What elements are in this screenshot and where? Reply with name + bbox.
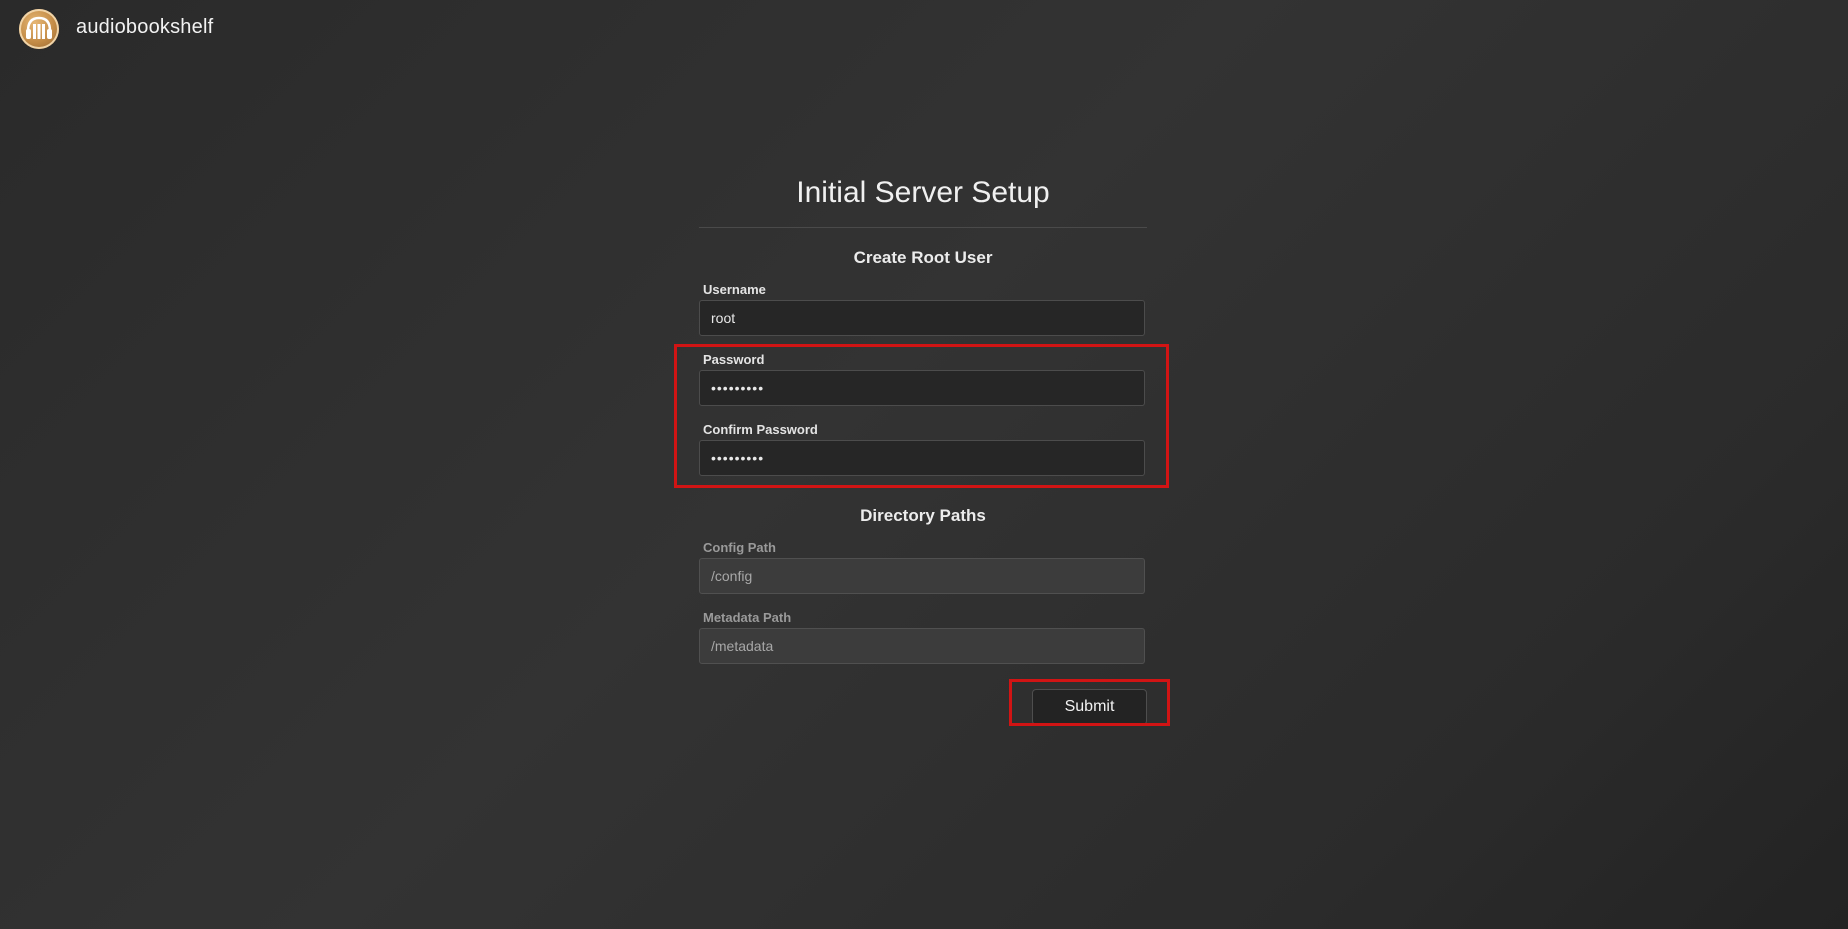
username-label: Username <box>703 282 766 297</box>
metadata-path-input <box>699 628 1145 664</box>
page-title: Initial Server Setup <box>796 176 1050 209</box>
config-path-label: Config Path <box>703 540 776 555</box>
top-bar: audiobookshelf <box>0 0 1848 58</box>
metadata-path-label: Metadata Path <box>703 610 792 625</box>
app-name: audiobookshelf <box>76 16 214 38</box>
submit-highlight-box <box>1009 679 1170 726</box>
setup-form: Initial Server Setup <box>699 170 1147 228</box>
audiobookshelf-logo-icon[interactable] <box>19 9 59 49</box>
config-path-input <box>699 558 1145 594</box>
create-root-user-heading: Create Root User <box>853 248 993 267</box>
username-input[interactable] <box>699 300 1145 336</box>
directory-paths-heading: Directory Paths <box>860 506 986 525</box>
title-divider <box>699 227 1147 228</box>
password-highlight-box <box>674 344 1169 488</box>
